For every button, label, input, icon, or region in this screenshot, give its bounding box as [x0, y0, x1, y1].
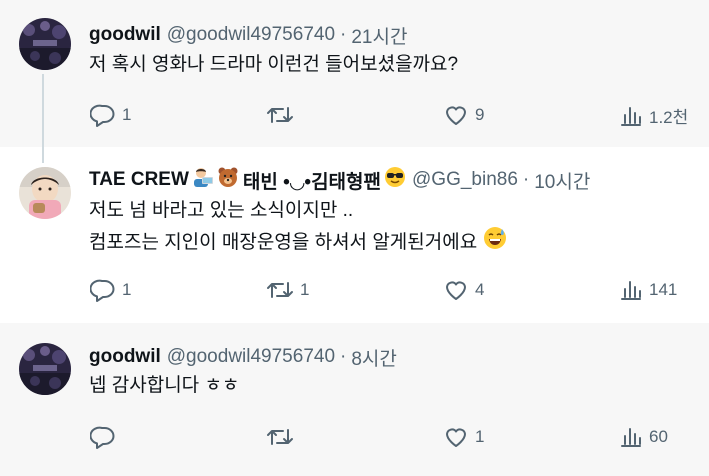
- retweet-count: 1: [300, 280, 310, 299]
- views-button[interactable]: 141: [619, 278, 677, 302]
- tweet-text: 저도 넘 바라고 있는 소식이지만 .. 컴포즈는 지인이 매장운영을 하셔서 …: [89, 196, 507, 260]
- man-technologist-emoji-icon: [192, 166, 214, 194]
- like-count: 1: [475, 427, 485, 446]
- timestamp[interactable]: 8시간: [351, 344, 397, 371]
- tweet-text-line: 저 혹시 영화나 드라마 이런건 들어보셨을까요?: [89, 54, 459, 75]
- retweet-button[interactable]: 1: [266, 278, 309, 302]
- tweet-text: 저 혹시 영화나 드라마 이런건 들어보셨을까요?: [89, 50, 458, 80]
- reply-button[interactable]: 1: [90, 278, 131, 302]
- views-button[interactable]: 1.2천: [619, 103, 688, 128]
- tweet-text-line: 저도 넘 바라고 있는 소식이지만 ..: [89, 200, 354, 221]
- avatar[interactable]: [19, 167, 71, 219]
- retweet-button[interactable]: [266, 425, 300, 449]
- like-icon: [443, 425, 469, 449]
- views-count: 60: [649, 427, 668, 446]
- avatar[interactable]: [19, 343, 71, 395]
- separator: ·: [340, 346, 347, 367]
- timestamp[interactable]: 21시간: [351, 22, 407, 49]
- display-name-suffix[interactable]: 태빈 •◡•김태형팬: [243, 167, 381, 194]
- retweet-icon: [266, 103, 294, 127]
- tweet[interactable]: goodwil @goodwil49756740 · 8시간 넵 감사합니다 ㅎ…: [0, 323, 709, 476]
- views-icon: [619, 104, 643, 128]
- username[interactable]: @goodwil49756740: [167, 346, 335, 368]
- like-count: 9: [475, 105, 485, 124]
- tweet[interactable]: TAE CREW 태빈 •◡•김태형팬 @GG_bin86 · 10시간 저도 …: [0, 147, 709, 323]
- reply-icon: [90, 103, 116, 127]
- retweet-button[interactable]: [266, 103, 300, 127]
- tweet-header: goodwil @goodwil49756740 · 21시간: [89, 21, 407, 49]
- username[interactable]: @GG_bin86: [412, 169, 518, 191]
- sunglasses-emoji-icon: [384, 166, 406, 194]
- reply-icon: [90, 425, 116, 449]
- tweet-text: 넵 감사합니다 ㅎㅎ: [89, 371, 239, 401]
- views-count: 141: [649, 280, 678, 299]
- like-icon: [443, 278, 469, 302]
- display-name[interactable]: goodwil: [89, 24, 161, 46]
- thread-line: [42, 147, 44, 163]
- like-count: 4: [475, 280, 485, 299]
- reply-button[interactable]: 1: [90, 103, 131, 127]
- display-name[interactable]: TAE CREW: [89, 169, 189, 191]
- username[interactable]: @goodwil49756740: [167, 24, 335, 46]
- tweet-text-line: 컴포즈는 지인이 매장운영을 하셔서 알게된거에요: [89, 232, 478, 253]
- sweat-smile-emoji-icon: [483, 226, 507, 260]
- avatar[interactable]: [19, 18, 71, 70]
- like-button[interactable]: 4: [443, 278, 484, 302]
- like-icon: [443, 103, 469, 127]
- reply-count: 1: [122, 280, 132, 299]
- separator: ·: [522, 169, 530, 190]
- bear-emoji-icon: [217, 166, 239, 194]
- views-icon: [619, 425, 643, 449]
- tweet-header: TAE CREW 태빈 •◡•김태형팬 @GG_bin86 · 10시간: [89, 166, 590, 194]
- views-button[interactable]: 60: [619, 425, 668, 449]
- tweet[interactable]: goodwil @goodwil49756740 · 21시간 저 혹시 영화나…: [0, 0, 709, 147]
- like-button[interactable]: 9: [443, 103, 484, 127]
- tweet-text-line: 넵 감사합니다 ㅎㅎ: [89, 375, 240, 396]
- retweet-icon: [266, 278, 294, 302]
- tweet-header: goodwil @goodwil49756740 · 8시간: [89, 343, 397, 371]
- like-button[interactable]: 1: [443, 425, 484, 449]
- reply-button[interactable]: [90, 425, 122, 449]
- views-count: 1.2천: [649, 108, 689, 127]
- reply-count: 1: [122, 105, 132, 124]
- display-name[interactable]: goodwil: [89, 346, 161, 368]
- views-icon: [619, 278, 643, 302]
- separator: ·: [340, 24, 347, 45]
- reply-icon: [90, 278, 116, 302]
- retweet-icon: [266, 425, 294, 449]
- timestamp[interactable]: 10시간: [534, 167, 590, 194]
- thread-line: [42, 74, 44, 147]
